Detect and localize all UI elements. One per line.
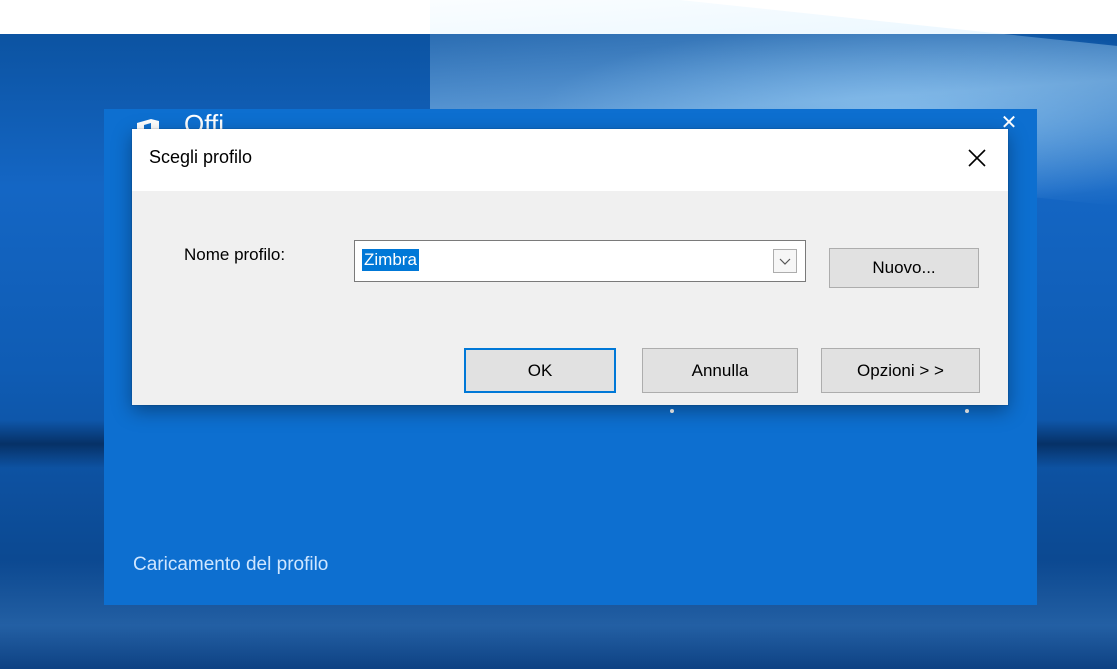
dialog-title: Scegli profilo (149, 147, 253, 167)
ok-button[interactable]: OK (464, 348, 616, 393)
new-profile-button[interactable]: Nuovo... (829, 248, 979, 288)
loading-dot (670, 409, 674, 413)
profile-name-dropdown[interactable]: Zimbra (354, 240, 806, 282)
dropdown-button[interactable] (773, 249, 797, 273)
profile-name-label: Nome profilo: (184, 245, 286, 264)
choose-profile-dialog: Scegli profilo Nome profilo: Zimbra Nuov… (132, 129, 1008, 405)
chevron-down-icon (779, 258, 791, 265)
loading-dot (965, 409, 969, 413)
profile-name-value: Zimbra (362, 249, 419, 271)
splash-status-text: Caricamento del profilo (133, 554, 329, 575)
dialog-titlebar: Scegli profilo (132, 129, 1008, 191)
dialog-close-button[interactable] (964, 145, 990, 171)
options-button[interactable]: Opzioni > > (821, 348, 980, 393)
close-icon (968, 149, 986, 167)
cancel-button[interactable]: Annulla (642, 348, 798, 393)
